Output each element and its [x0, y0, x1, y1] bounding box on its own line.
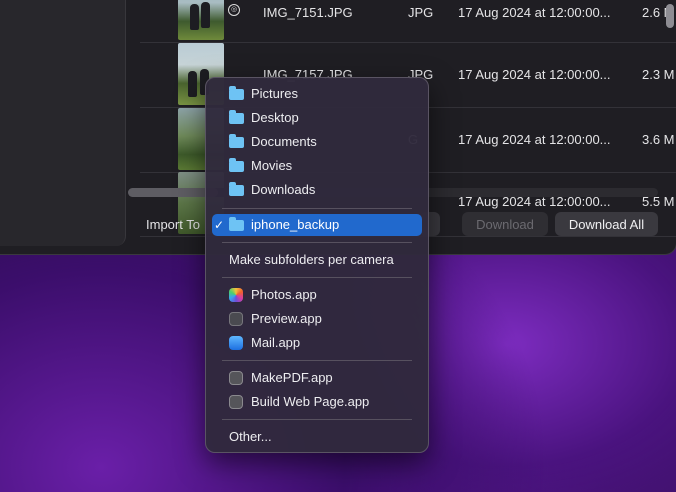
file-size: 3.6 M: [642, 132, 675, 147]
folder-icon: [229, 110, 244, 124]
menu-item-build-web-page-app[interactable]: Build Web Page.app: [212, 391, 422, 413]
menu-item-iphone-backup[interactable]: ✓ iphone_backup: [212, 214, 422, 236]
automator-app-icon: [229, 395, 243, 409]
import-to-menu: Pictures Desktop Documents Movies Downlo…: [205, 77, 429, 453]
photos-app-icon: [229, 288, 243, 302]
menu-item-make-subfolders[interactable]: Make subfolders per camera: [212, 249, 422, 271]
sidebar: [0, 0, 126, 246]
menu-item-photos-app[interactable]: Photos.app: [212, 284, 422, 306]
vertical-scrollbar[interactable]: [666, 4, 674, 28]
menu-separator: [222, 242, 412, 243]
menu-item-pictures[interactable]: Pictures: [212, 83, 422, 105]
menu-item-movies[interactable]: Movies: [212, 155, 422, 177]
table-row[interactable]: ◎ IMG_7151.JPG JPG 17 Aug 2024 at 12:00:…: [140, 0, 676, 43]
import-to-label: Import To: [146, 217, 200, 232]
download-all-button[interactable]: Download All: [555, 212, 658, 236]
live-photo-icon: ◎: [228, 4, 240, 16]
folder-icon: [229, 158, 244, 172]
download-button[interactable]: Download: [462, 212, 548, 236]
file-name: IMG_7151.JPG: [263, 5, 353, 20]
folder-icon: [229, 182, 244, 196]
folder-icon: [229, 217, 244, 231]
menu-item-desktop[interactable]: Desktop: [212, 107, 422, 129]
file-size: 2.3 M: [642, 67, 675, 82]
menu-item-documents[interactable]: Documents: [212, 131, 422, 153]
menu-separator: [222, 277, 412, 278]
menu-separator: [222, 360, 412, 361]
automator-app-icon: [229, 371, 243, 385]
file-date: 17 Aug 2024 at 12:00:00...: [458, 5, 611, 20]
menu-item-mail-app[interactable]: Mail.app: [212, 332, 422, 354]
file-date: 17 Aug 2024 at 12:00:00...: [458, 132, 611, 147]
menu-item-downloads[interactable]: Downloads: [212, 179, 422, 201]
checkmark-icon: ✓: [214, 218, 225, 232]
photo-thumbnail: [178, 0, 224, 40]
menu-item-makepdf-app[interactable]: MakePDF.app: [212, 367, 422, 389]
menu-separator: [222, 419, 412, 420]
menu-separator: [222, 208, 412, 209]
menu-item-other[interactable]: Other...: [212, 426, 422, 448]
mail-app-icon: [229, 336, 243, 350]
folder-icon: [229, 86, 244, 100]
file-kind: JPG: [408, 5, 434, 20]
folder-icon: [229, 134, 244, 148]
preview-app-icon: [229, 312, 243, 326]
menu-item-preview-app[interactable]: Preview.app: [212, 308, 422, 330]
file-date: 17 Aug 2024 at 12:00:00...: [458, 67, 611, 82]
